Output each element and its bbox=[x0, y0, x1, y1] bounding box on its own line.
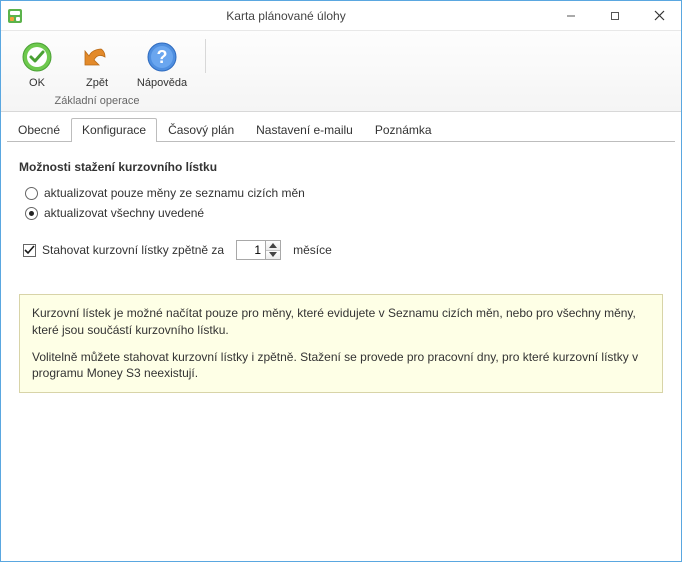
months-unit: měsíce bbox=[293, 243, 332, 257]
title-bar: Karta plánované úlohy bbox=[1, 1, 681, 31]
tab-konfigurace[interactable]: Konfigurace bbox=[71, 118, 157, 142]
ribbon-separator bbox=[205, 39, 206, 73]
update-radio-group: aktualizovat pouze měny ze seznamu cizíc… bbox=[25, 186, 663, 220]
tab-nastaveni-emailu[interactable]: Nastavení e-mailu bbox=[245, 118, 364, 142]
ribbon-group-label: Základní operace bbox=[9, 91, 185, 109]
window-title: Karta plánované úlohy bbox=[23, 9, 549, 23]
spinner-down-button[interactable] bbox=[266, 251, 280, 260]
radio-icon bbox=[25, 187, 38, 200]
help-icon: ? bbox=[144, 39, 180, 75]
tab-strip: Obecné Konfigurace Časový plán Nastavení… bbox=[1, 112, 681, 142]
minimize-button[interactable] bbox=[549, 1, 593, 30]
help-label: Nápověda bbox=[137, 77, 187, 89]
months-input[interactable] bbox=[237, 241, 265, 259]
tab-obecne[interactable]: Obecné bbox=[7, 118, 71, 142]
back-label: Zpět bbox=[86, 77, 108, 89]
info-paragraph-2: Volitelně můžete stahovat kurzovní lístk… bbox=[32, 349, 650, 383]
ok-button[interactable]: OK bbox=[9, 35, 65, 91]
info-paragraph-1: Kurzovní lístek je možné načítat pouze p… bbox=[32, 305, 650, 339]
spinner-up-button[interactable] bbox=[266, 241, 280, 251]
info-box: Kurzovní lístek je možné načítat pouze p… bbox=[19, 294, 663, 393]
tab-casovy-plan[interactable]: Časový plán bbox=[157, 118, 245, 142]
radio-update-only-listed[interactable]: aktualizovat pouze měny ze seznamu cizíc… bbox=[25, 186, 663, 200]
app-icon bbox=[7, 8, 23, 24]
radio-icon bbox=[25, 207, 38, 220]
back-icon bbox=[79, 39, 115, 75]
ribbon-group-basic: OK Zpět ? Nápověda bbox=[9, 35, 205, 91]
section-title: Možnosti stažení kurzovního lístku bbox=[19, 160, 663, 174]
svg-text:?: ? bbox=[157, 47, 168, 67]
months-spinner[interactable] bbox=[236, 240, 281, 260]
tab-panel-konfigurace: Možnosti stažení kurzovního lístku aktua… bbox=[1, 142, 681, 561]
maximize-button[interactable] bbox=[593, 1, 637, 30]
tab-poznamka[interactable]: Poznámka bbox=[364, 118, 443, 142]
help-button[interactable]: ? Nápověda bbox=[129, 35, 195, 91]
ok-label: OK bbox=[29, 77, 45, 89]
ribbon: OK Zpět ? Nápověda bbox=[1, 31, 681, 112]
close-button[interactable] bbox=[637, 1, 681, 30]
radio-label: aktualizovat pouze měny ze seznamu cizíc… bbox=[44, 186, 305, 200]
download-retro-checkbox[interactable] bbox=[23, 244, 36, 257]
window-controls bbox=[549, 1, 681, 30]
download-retro-label: Stahovat kurzovní lístky zpětně za bbox=[42, 243, 224, 257]
radio-label: aktualizovat všechny uvedené bbox=[44, 206, 204, 220]
radio-update-all[interactable]: aktualizovat všechny uvedené bbox=[25, 206, 663, 220]
ok-icon bbox=[19, 39, 55, 75]
download-retro-row: Stahovat kurzovní lístky zpětně za měsíc… bbox=[23, 240, 663, 260]
back-button[interactable]: Zpět bbox=[69, 35, 125, 91]
